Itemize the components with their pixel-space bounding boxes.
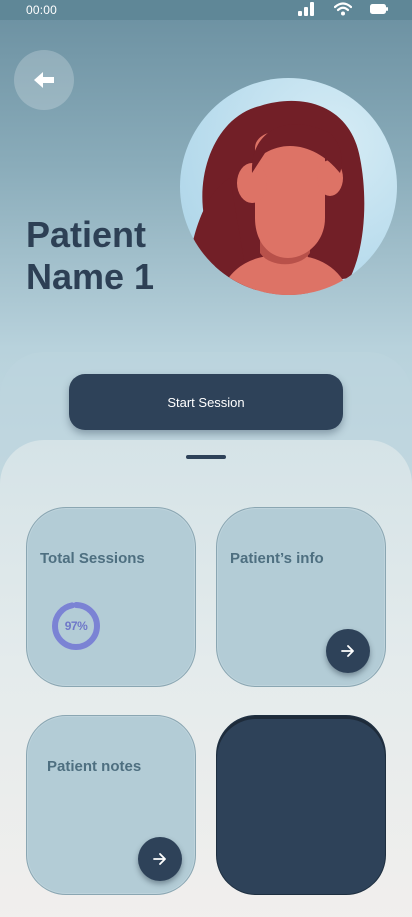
- patient-info-card[interactable]: Patient’s info: [216, 507, 386, 687]
- patient-info-title: Patient’s info: [230, 550, 324, 567]
- status-bar: 00:00: [0, 0, 412, 20]
- status-time: 00:00: [26, 3, 58, 17]
- avatar-illustration: [188, 100, 365, 295]
- wifi-icon: [334, 2, 352, 16]
- battery-icon: [370, 4, 388, 14]
- patient-avatar: [180, 78, 397, 295]
- arrow-right-icon: [153, 853, 166, 865]
- arrow-left-icon: [34, 72, 54, 88]
- arrow-right-icon: [341, 645, 354, 657]
- total-sessions-card[interactable]: Total Sessions 97%: [26, 507, 196, 687]
- patient-name: Patient Name 1: [26, 214, 155, 297]
- back-button[interactable]: [14, 50, 74, 110]
- drag-handle[interactable]: [186, 455, 226, 459]
- patient-notes-open-button[interactable]: [138, 837, 182, 881]
- empty-dark-card[interactable]: [216, 715, 386, 895]
- start-session-button[interactable]: Start Session: [69, 374, 343, 430]
- status-icons: [298, 2, 388, 16]
- patient-notes-card[interactable]: Patient notes: [26, 715, 196, 895]
- sessions-progress-label: 97%: [64, 619, 88, 633]
- signal-icon: [298, 2, 314, 16]
- patient-notes-title: Patient notes: [47, 758, 142, 775]
- total-sessions-title: Total Sessions: [40, 550, 145, 567]
- patient-info-open-button[interactable]: [326, 629, 370, 673]
